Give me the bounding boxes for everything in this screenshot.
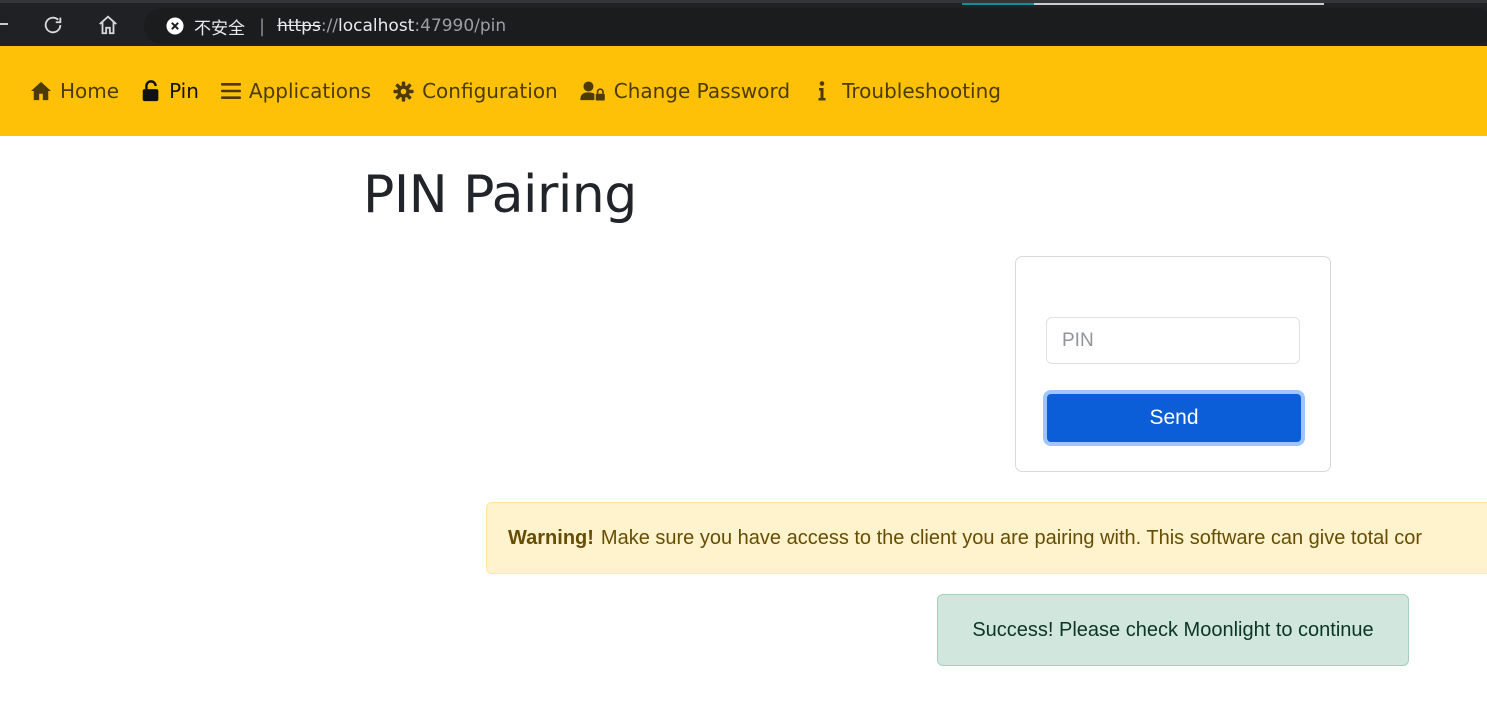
pin-input[interactable] (1046, 317, 1300, 364)
tab-strip-accent (962, 3, 1034, 5)
insecure-icon[interactable] (166, 17, 184, 35)
url-text[interactable]: https://localhost:47990/pin (277, 16, 506, 36)
nav-item-label: Pin (169, 79, 199, 103)
address-divider: | (259, 15, 266, 37)
warning-strong: Warning! (508, 526, 594, 549)
nav-item-pin[interactable]: Pin (141, 79, 199, 103)
nav-item-label: Change Password (613, 79, 791, 103)
send-button[interactable]: Send (1043, 390, 1305, 446)
success-alert: Success! Please check Moonlight to conti… (937, 594, 1409, 666)
home-icon (31, 81, 51, 101)
home-icon[interactable] (95, 12, 121, 38)
nav-item-configuration[interactable]: Configuration (393, 79, 558, 103)
url-host: localhost (338, 16, 415, 36)
address-bar[interactable]: 不安全 | https://localhost:47990/pin (144, 8, 1487, 44)
url-scheme: https (277, 16, 321, 36)
tab-strip-highlight (1034, 3, 1324, 5)
back-icon[interactable] (0, 23, 8, 25)
main-navbar: Home Pin Applications Configuration Chan… (0, 46, 1487, 136)
unlock-icon (142, 80, 159, 102)
reload-icon[interactable] (40, 12, 66, 38)
nav-item-label: Applications (248, 79, 372, 103)
url-separator: :// (320, 16, 339, 36)
info-icon (818, 81, 826, 101)
user-lock-icon (580, 81, 605, 101)
nav-item-label: Home (60, 79, 120, 103)
warning-text: Make sure you have access to the client … (600, 526, 1423, 549)
pin-form-card: Send (1015, 256, 1331, 472)
nav-item-change-password[interactable]: Change Password (580, 79, 790, 103)
nav-item-applications[interactable]: Applications (220, 79, 372, 103)
nav-item-label: Configuration (422, 79, 558, 103)
page-title: PIN Pairing (363, 165, 637, 225)
warning-alert: Warning! Make sure you have access to th… (486, 502, 1487, 574)
nav-item-label: Troubleshooting (842, 79, 1001, 103)
gear-icon (393, 80, 414, 102)
nav-item-troubleshooting[interactable]: Troubleshooting (816, 79, 1001, 103)
browser-toolbar: 不安全 | https://localhost:47990/pin (0, 0, 1487, 46)
list-icon (220, 83, 241, 99)
nav-item-home[interactable]: Home (30, 79, 119, 103)
url-path: :47990/pin (414, 16, 507, 36)
security-label[interactable]: 不安全 (194, 14, 245, 39)
success-text: Success! Please check Moonlight to conti… (972, 618, 1374, 641)
